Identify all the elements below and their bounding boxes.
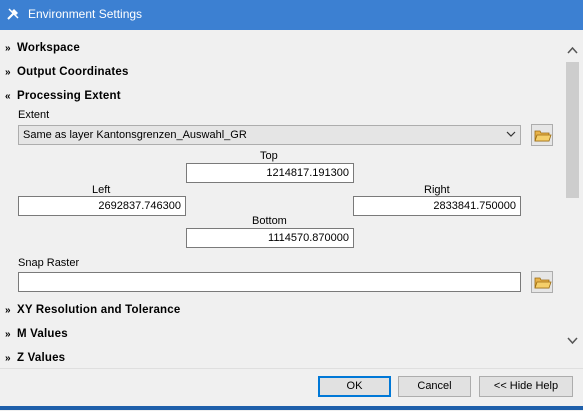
bottom-label: Bottom [252,215,287,227]
scrollbar-thumb[interactable] [566,62,579,198]
top-label: Top [260,150,278,162]
section-processing-extent[interactable]: « Processing Extent [5,90,121,102]
section-xy-resolution[interactable]: » XY Resolution and Tolerance [5,304,180,316]
extent-dropdown[interactable]: Same as layer Kantonsgrenzen_Auswahl_GR [18,125,521,145]
chevron-down-icon [506,131,516,137]
settings-panel: » Workspace » Output Coordinates « Processi… [0,30,583,368]
vertical-scrollbar[interactable] [564,42,581,354]
cancel-button[interactable]: Cancel [398,376,471,397]
ok-button[interactable]: OK [318,376,391,397]
window-title: Environment Settings [28,7,143,21]
left-label: Left [92,184,111,196]
expand-chevron-icon: » [5,329,11,340]
section-label: Workspace [17,42,80,54]
tools-icon [7,8,19,20]
collapse-chevron-icon: « [5,91,11,102]
expand-chevron-icon: » [5,43,11,54]
snap-raster-browse-button[interactable] [531,271,553,293]
scroll-up-icon[interactable] [564,42,581,59]
snap-raster-input[interactable] [18,272,521,292]
expand-chevron-icon: » [5,353,11,364]
section-workspace[interactable]: » Workspace [5,42,80,54]
window-bottom-border [0,406,583,410]
right-input[interactable]: 2833841.750000 [353,196,521,216]
bottom-input[interactable]: 1114570.870000 [186,228,354,248]
expand-chevron-icon: » [5,67,11,78]
snap-raster-label: Snap Raster [18,257,80,269]
section-m-values[interactable]: » M Values [5,328,68,340]
section-label: Processing Extent [17,90,121,102]
section-output-coordinates[interactable]: » Output Coordinates [5,66,129,78]
section-label: Z Values [17,352,66,364]
scroll-down-icon[interactable] [564,332,581,349]
section-label: XY Resolution and Tolerance [17,304,181,316]
title-bar: Environment Settings [0,0,583,30]
expand-chevron-icon: » [5,305,11,316]
top-input[interactable]: 1214817.191300 [186,163,354,183]
folder-icon [534,130,552,142]
extent-selected-value: Same as layer Kantonsgrenzen_Auswahl_GR [23,129,247,141]
folder-icon [534,277,552,289]
section-z-values[interactable]: » Z Values [5,352,65,364]
extent-browse-button[interactable] [531,124,553,146]
section-label: M Values [17,328,68,340]
right-label: Right [424,184,450,196]
dialog-footer: OK Cancel << Hide Help [0,368,583,411]
section-label: Output Coordinates [17,66,129,78]
extent-label: Extent [18,109,50,121]
left-input[interactable]: 2692837.746300 [18,196,186,216]
hide-help-button[interactable]: << Hide Help [479,376,573,397]
